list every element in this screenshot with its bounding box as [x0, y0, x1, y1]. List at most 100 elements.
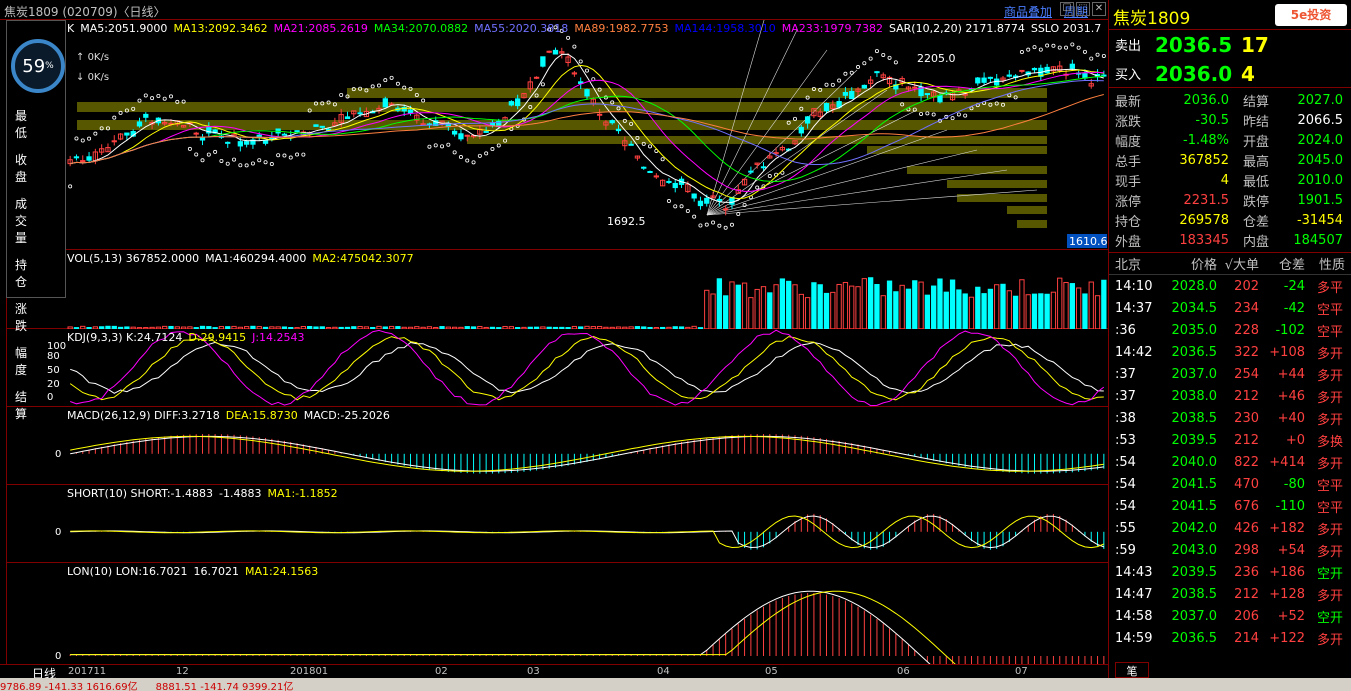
- trades-column-header[interactable]: 性质: [1305, 254, 1345, 273]
- kdj-pane[interactable]: 100 80 50 20 0 KDJ(9,3,3) K:24.7124 D:29.9415…: [6, 329, 1108, 407]
- time-axis-tick: 05: [765, 666, 778, 677]
- field-label[interactable]: 收盘: [15, 151, 65, 185]
- trade-row[interactable]: 14:59 2036.5 214 +122 多开: [1109, 627, 1351, 649]
- trade-row[interactable]: :54 2041.5 676 -110 空平: [1109, 495, 1351, 517]
- sar-dot: [465, 158, 470, 163]
- ma-indicator-label: MA144:1958.3010: [674, 22, 776, 35]
- quote-value: 269578: [1179, 212, 1229, 228]
- sar-dot: [80, 138, 85, 143]
- sar-dot: [1076, 45, 1081, 50]
- trade-price: 2041.5: [1171, 498, 1218, 514]
- trade-row[interactable]: 14:43 2039.5 236 +186 空开: [1109, 561, 1351, 583]
- sar-dot: [1038, 47, 1043, 52]
- candle-body: [615, 128, 622, 132]
- volume-bar: [1038, 293, 1044, 329]
- trade-nature: 空平: [1316, 500, 1343, 516]
- trade-row[interactable]: 14:47 2038.5 212 +128 多开: [1109, 583, 1351, 605]
- candle-body: [357, 112, 363, 115]
- ma-indicator-label: SAR(10,2,20) 2171.8774: [888, 22, 1025, 35]
- trade-row[interactable]: :59 2043.0 298 +54 多开: [1109, 539, 1351, 561]
- trade-oi-change: +414: [1269, 454, 1305, 470]
- tab-ticks[interactable]: 笔: [1115, 662, 1149, 678]
- candle-body: [691, 193, 697, 199]
- field-label[interactable]: 结算: [15, 388, 65, 422]
- quote-value: 2036.0: [1183, 92, 1230, 108]
- volume-bar: [1050, 291, 1057, 329]
- trade-volume: 212: [1234, 432, 1259, 448]
- macd-pane[interactable]: 0 MACD(26,12,9) DIFF:3.2718 DEA:15.8730 MA…: [6, 407, 1108, 485]
- kline-chart[interactable]: 2205.0 1692.5 1610.6: [7, 20, 1109, 250]
- trade-volume: 230: [1234, 410, 1259, 426]
- trade-row[interactable]: 14:10 2028.0 202 -24 多平: [1109, 275, 1351, 297]
- trades-column-header[interactable]: 仓差: [1259, 254, 1305, 273]
- volume-bar: [994, 284, 1000, 329]
- field-label[interactable]: 成交量: [15, 195, 65, 246]
- trade-nature: 多开: [1316, 390, 1343, 406]
- commodity-overlay-link[interactable]: 商品叠加: [1004, 3, 1052, 20]
- ask-volume: 17: [1241, 32, 1269, 57]
- lon-chart[interactable]: 0: [7, 563, 1109, 664]
- candle-body: [225, 141, 231, 144]
- trade-row[interactable]: :53 2039.5 212 +0 多换: [1109, 429, 1351, 451]
- sar-dot: [723, 225, 728, 230]
- volume-bar: [823, 292, 830, 329]
- sar-dot: [843, 71, 848, 76]
- volume-bar: [949, 279, 956, 329]
- sar-dot: [301, 152, 306, 157]
- sar-dot: [698, 223, 703, 228]
- candle-body: [111, 140, 117, 143]
- lon-pane[interactable]: 0 LON(10) LON:16.7021 16.7021 MA1:24.1563: [6, 563, 1108, 664]
- trade-price: 2043.0: [1171, 542, 1218, 558]
- sar-dot: [919, 111, 924, 116]
- trade-row[interactable]: 14:58 2037.0 206 +52 空开: [1109, 605, 1351, 627]
- volume-pane[interactable]: VOL(5,13) 367852.0000 MA1:460294.4000 MA2:…: [6, 250, 1108, 329]
- quote-row: 幅度 -1.48% 开盘 2024.0: [1109, 130, 1351, 150]
- maximize-icon[interactable]: ⬚: [1076, 2, 1090, 16]
- trade-row[interactable]: :37 2037.0 254 +44 多开: [1109, 363, 1351, 385]
- field-overlay-panel[interactable]: 59% 最低 收盘 成交量 持仓 涨跌 幅度 结算: [6, 20, 66, 421]
- chart-area[interactable]: 2205.0 1692.5 1610.6 K MA5:2051.9000 MA13:20…: [0, 20, 1108, 664]
- field-label[interactable]: 涨跌: [15, 300, 65, 334]
- trade-row[interactable]: :36 2035.0 228 -102 空平: [1109, 319, 1351, 341]
- trade-nature: 多开: [1316, 456, 1343, 472]
- trades-column-header[interactable]: 北京: [1109, 254, 1155, 273]
- quote-panel: 焦炭1809 5e投资 卖出 2036.5 17 买入 2036.0 4 最新 2…: [1108, 0, 1351, 678]
- trade-row[interactable]: :54 2041.5 470 -80 空平: [1109, 473, 1351, 495]
- trade-row[interactable]: :37 2038.0 212 +46 多开: [1109, 385, 1351, 407]
- sar-dot: [849, 70, 854, 75]
- sar-dot: [490, 147, 495, 152]
- hdr-vol-item: VOL(5,13) 367852.0000: [67, 252, 200, 265]
- sar-dot: [1064, 45, 1069, 50]
- kline-pane[interactable]: 2205.0 1692.5 1610.6 K MA5:2051.9000 MA13:20…: [6, 20, 1108, 250]
- trade-oi-change: -102: [1275, 322, 1305, 338]
- volume-bar: [943, 291, 949, 329]
- restore-icon[interactable]: ☐: [1060, 2, 1074, 16]
- trade-row[interactable]: :54 2040.0 822 +414 多开: [1109, 451, 1351, 473]
- trade-row[interactable]: :55 2042.0 426 +182 多开: [1109, 517, 1351, 539]
- close-icon[interactable]: ✕: [1092, 2, 1106, 16]
- trades-column-header[interactable]: 价格: [1155, 254, 1217, 273]
- candle-body: [143, 113, 149, 118]
- trade-oi-change: +46: [1277, 388, 1305, 404]
- candle-body: [1031, 67, 1038, 71]
- volume-bar: [1019, 279, 1025, 329]
- field-label[interactable]: 幅度: [15, 344, 65, 378]
- download-speed: ↓ 0K/s: [76, 72, 110, 83]
- trade-volume: 322: [1234, 344, 1259, 360]
- quote-label: 跌停: [1243, 194, 1270, 210]
- field-label[interactable]: 最低: [15, 107, 65, 141]
- trades-column-header[interactable]: √大单: [1217, 254, 1259, 273]
- volume-bar: [975, 286, 981, 329]
- short-pane[interactable]: 0 SHORT(10) SHORT:-1.4883 -1.4883 MA1:-1.1…: [6, 485, 1108, 563]
- trade-time: 14:59: [1115, 630, 1153, 646]
- trade-row[interactable]: 14:37 2034.5 234 -42 空平: [1109, 297, 1351, 319]
- trade-oi-change: +182: [1269, 520, 1305, 536]
- trade-row[interactable]: 14:42 2036.5 322 +108 多开: [1109, 341, 1351, 363]
- trades-table[interactable]: 14:10 2028.0 202 -24 多平 14:37 2034.5 234 -42 空平:3…: [1109, 275, 1351, 649]
- volume-bar: [723, 295, 729, 329]
- time-axis-tick: 12: [176, 666, 189, 677]
- hdr-short-item: SHORT(10) SHORT:-1.4883: [67, 487, 213, 500]
- field-label[interactable]: 持仓: [15, 256, 65, 290]
- trade-row[interactable]: :38 2038.5 230 +40 多开: [1109, 407, 1351, 429]
- sar-dot: [257, 158, 262, 163]
